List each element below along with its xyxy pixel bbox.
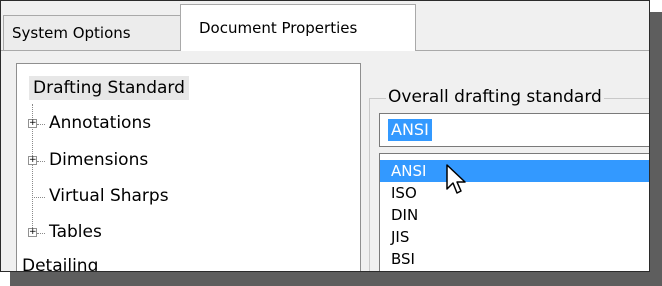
tree-item-label: Annotations (49, 113, 152, 133)
options-tree[interactable]: Drafting Standard + Annotations + Dimens… (16, 63, 361, 272)
dropdown-option-iso[interactable]: ISO (380, 182, 649, 204)
drafting-standard-dropdown-list[interactable]: ANSI ISO DIN JIS BSI (379, 153, 649, 271)
tree-connector (37, 161, 45, 163)
tree-item-drafting-standard[interactable]: Drafting Standard (29, 76, 189, 100)
option-label: DIN (391, 206, 419, 224)
tree-item-label: Dimensions (49, 150, 149, 170)
option-label: ISO (391, 184, 417, 202)
option-label: JIS (391, 228, 410, 246)
tree-connector (32, 197, 45, 199)
tab-document-properties[interactable]: Document Properties (180, 4, 416, 50)
dropdown-option-din[interactable]: DIN (380, 204, 649, 226)
expand-tables-icon[interactable]: + (28, 228, 37, 237)
combobox-selected-text[interactable]: ANSI (388, 119, 432, 141)
group-box-left (369, 98, 370, 271)
tree-item-tables[interactable]: Tables (49, 220, 102, 244)
active-tab-gap (181, 50, 415, 51)
tab-system-options-label: System Options (12, 24, 131, 42)
tree-item-label: Detailing (22, 256, 99, 272)
tree-item-detailing[interactable]: Detailing (22, 254, 99, 272)
dropdown-option-jis[interactable]: JIS (380, 226, 649, 248)
drafting-standard-combobox[interactable]: ANSI (379, 113, 649, 147)
tree-item-annotations[interactable]: Annotations (49, 111, 151, 135)
dropdown-option-bsi[interactable]: BSI (380, 248, 649, 270)
tree-item-virtual-sharps[interactable]: Virtual Sharps (49, 184, 169, 208)
dropdown-option-ansi[interactable]: ANSI (380, 160, 649, 182)
tree-connector (37, 124, 45, 126)
tree-item-label: Drafting Standard (33, 78, 185, 98)
mouse-pointer-icon (446, 164, 466, 194)
option-label: BSI (391, 250, 415, 268)
expand-dimensions-icon[interactable]: + (28, 156, 37, 165)
tab-system-options[interactable]: System Options (3, 15, 181, 50)
tree-connector (37, 233, 45, 235)
tree-item-dimensions[interactable]: Dimensions (49, 148, 148, 172)
option-label: ANSI (391, 162, 427, 180)
document-properties-dialog: System Options Document Properties Draft… (0, 0, 650, 272)
overall-drafting-standard-label: Overall drafting standard (386, 87, 604, 107)
tab-document-properties-label: Document Properties (199, 18, 358, 37)
tree-item-label: Virtual Sharps (49, 186, 169, 206)
expand-annotations-icon[interactable]: + (28, 119, 37, 128)
tree-item-label: Tables (49, 222, 102, 242)
